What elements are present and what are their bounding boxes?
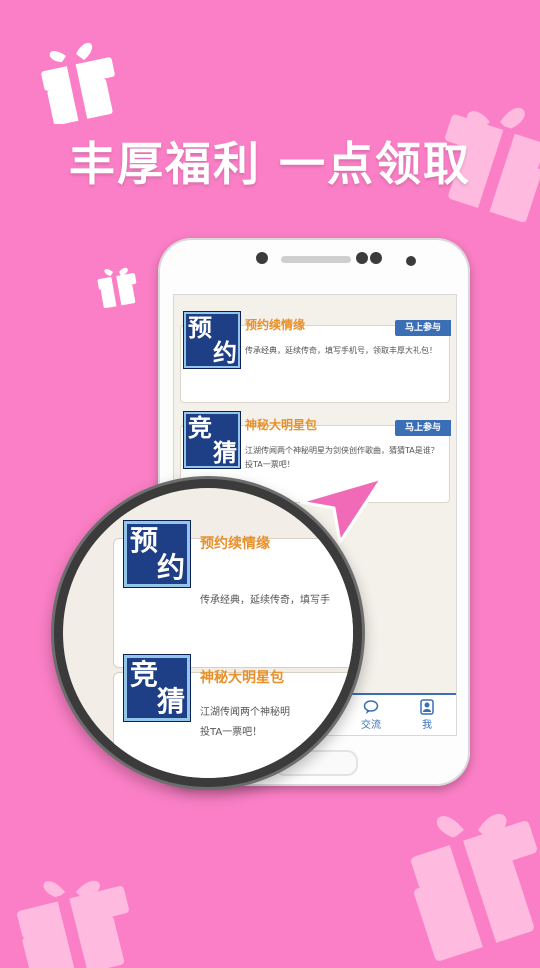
gift-icon: [97, 267, 137, 308]
thumb-char: 约: [213, 339, 237, 367]
thumb-char: 猜: [156, 685, 185, 718]
event-thumbnail: 预 约: [124, 521, 190, 587]
join-button[interactable]: 马上参与: [395, 420, 451, 436]
desc-line: 江湖传闻两个神秘明: [200, 707, 290, 718]
zoomed-event-card: 竞 猜 神秘大明星包 江湖传闻两个神秘明 投TA一票吧！: [113, 655, 353, 778]
event-description: 传承经典，延续传奇，填写手: [200, 595, 330, 606]
phone-sensor: [356, 252, 368, 264]
user-icon: [420, 699, 434, 715]
event-title: 预约续情缘: [200, 536, 270, 552]
thumb-char: 约: [156, 551, 185, 584]
event-title: 预约续情缘: [245, 318, 306, 332]
zoomed-event-card: 预 约 预约续情缘 传承经典，延续传奇，填写手: [113, 521, 353, 668]
phone-sensor: [370, 252, 382, 264]
event-title: 神秘大明星包: [200, 670, 284, 686]
thumb-char: 预: [188, 314, 212, 342]
event-description: 江湖传闻两个神秘明 投TA一票吧！: [200, 703, 353, 743]
magnifier-lens: 预 约 预约续情缘 传承经典，延续传奇，填写手 竞 猜 神秘大明星包 江湖传闻两…: [63, 488, 353, 778]
join-button[interactable]: 马上参与: [395, 320, 451, 336]
event-thumbnail: 竞 猜: [124, 655, 190, 721]
event-card[interactable]: 预 约 预约续情缘 马上参与 传承经典，延续传奇，填写手机号，领取丰厚大礼包！: [180, 312, 451, 403]
tab-me[interactable]: 我: [402, 699, 452, 731]
thumb-char: 预: [130, 524, 159, 557]
headline: 丰厚福利 一点领取: [68, 137, 471, 191]
tab-label: 交流: [361, 720, 381, 731]
gift-icon: [17, 880, 129, 968]
thumb-char: 竞: [130, 658, 159, 691]
event-thumbnail: 预 约: [184, 312, 240, 368]
phone-speaker: [281, 256, 351, 263]
tab-label: 我: [422, 720, 432, 731]
gift-icon: [411, 813, 537, 961]
event-title: 神秘大明星包: [245, 418, 318, 432]
event-description: 传承经典，延续传奇，填写手机号，领取丰厚大礼包！: [245, 346, 437, 355]
chat-bubble-icon: [363, 700, 379, 714]
tab-community[interactable]: 交流: [346, 699, 396, 731]
event-thumbnail: 竞 猜: [184, 412, 240, 468]
phone-front-camera: [406, 256, 416, 266]
desc-line: 投TA一票吧！: [200, 727, 263, 738]
thumb-char: 竞: [188, 414, 212, 442]
event-description: 江湖传闻两个神秘明星为剑侠创作歌曲，猜猜TA是谁？投TA一票吧！: [245, 446, 439, 469]
phone-camera: [256, 252, 268, 264]
gift-icon: [41, 42, 115, 124]
thumb-char: 猜: [213, 439, 237, 467]
